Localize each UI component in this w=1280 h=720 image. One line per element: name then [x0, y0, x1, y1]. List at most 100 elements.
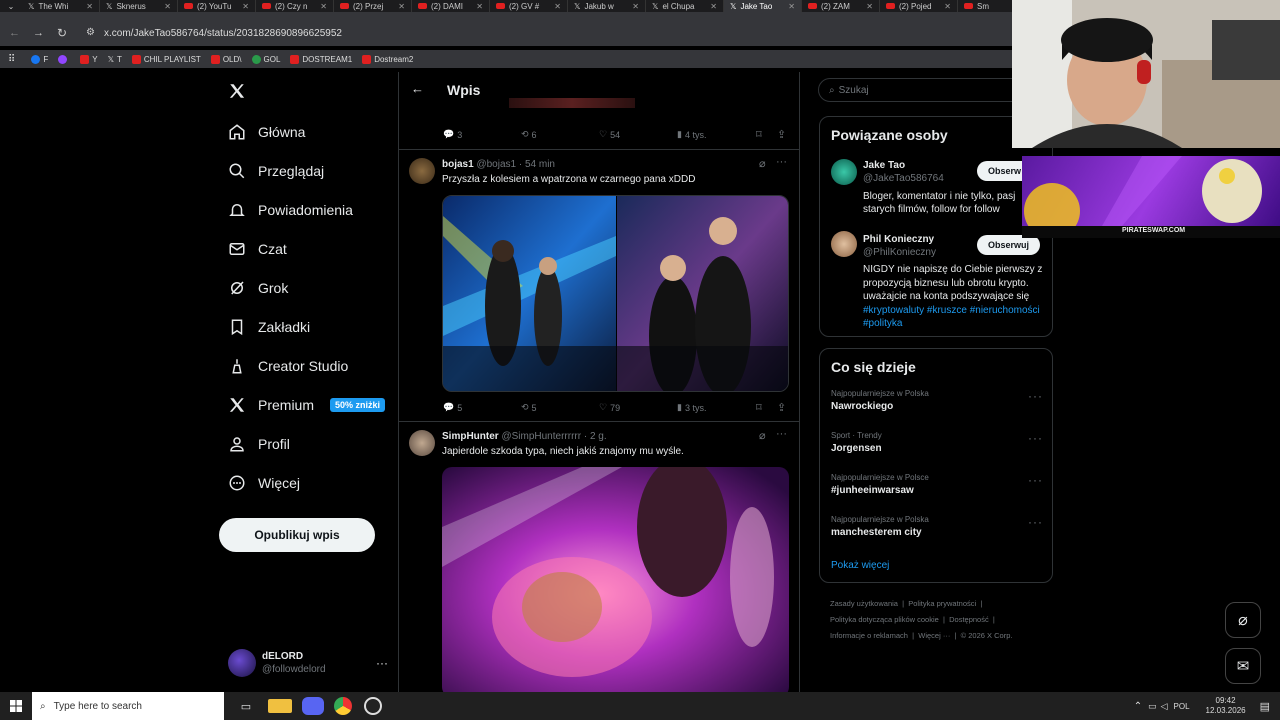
browser-tab[interactable]: (2) ZAM ✕: [802, 0, 880, 12]
views-button[interactable]: ▮ 3 tys.: [677, 402, 706, 413]
close-icon[interactable]: ✕: [164, 2, 171, 11]
tab-list-button[interactable]: ⌄: [0, 2, 22, 11]
tray-chevron-icon[interactable]: ⌃: [1134, 701, 1142, 712]
bookmark-item[interactable]: CHIL PLAYLIST: [131, 54, 201, 64]
more-dots-icon[interactable]: ···: [1028, 473, 1043, 487]
close-icon[interactable]: ✕: [476, 2, 483, 11]
close-icon[interactable]: ✕: [866, 2, 873, 11]
task-view-icon[interactable]: ▭: [234, 700, 258, 713]
tweet-author-name[interactable]: bojas1: [442, 159, 474, 170]
browser-tab[interactable]: (2) Pojed ✕: [880, 0, 958, 12]
avatar[interactable]: [831, 159, 857, 185]
browser-tab[interactable]: 𝕏 Jake Tao ✕: [724, 0, 802, 12]
nav-item[interactable]: Premium 50% zniżki: [220, 385, 390, 424]
tweet-media[interactable]: [442, 467, 789, 692]
nav-item[interactable]: Przeglądaj: [220, 151, 390, 190]
site-info-icon[interactable]: ⚙: [86, 27, 95, 38]
browser-tab[interactable]: 𝕏 Sknerus ✕: [100, 0, 178, 12]
post-button[interactable]: Opublikuj wpis: [219, 518, 375, 552]
share-icon[interactable]: ⇪: [777, 128, 786, 141]
tweet-author-handle[interactable]: @bojas1: [476, 159, 516, 170]
back-arrow-icon[interactable]: ←: [411, 81, 424, 96]
tweet[interactable]: bojas1 @bojas1 · 54 min ⌀ ··· Przyszła z…: [399, 152, 799, 422]
bookmark-item[interactable]: Dostream2: [362, 54, 413, 64]
bookmark-item[interactable]: [58, 54, 70, 64]
avatar[interactable]: [831, 231, 857, 257]
tweet-author-name[interactable]: SimpHunter: [442, 431, 499, 442]
browser-tab[interactable]: 𝕏 Jakub w ✕: [568, 0, 646, 12]
footer-link[interactable]: Więcej ···: [918, 631, 950, 640]
like-button[interactable]: ♡ 54: [599, 129, 620, 140]
more-dots-icon[interactable]: ···: [376, 656, 388, 670]
person-name[interactable]: Jake Tao: [863, 159, 944, 172]
browser-tab[interactable]: 𝕏el Chupa ✕: [646, 0, 724, 12]
close-icon[interactable]: ✕: [710, 2, 717, 11]
browser-tab[interactable]: (2) DAMI ✕: [412, 0, 490, 12]
language-indicator[interactable]: POL: [1174, 702, 1190, 711]
chrome-icon[interactable]: [334, 697, 352, 715]
more-dots-icon[interactable]: ···: [1028, 431, 1043, 445]
notifications-icon[interactable]: ▤: [1260, 700, 1270, 713]
footer-link[interactable]: Polityka prywatności: [908, 599, 976, 608]
repost-button[interactable]: ⟲ 6: [521, 129, 537, 140]
grok-icon[interactable]: ⌀: [759, 429, 766, 442]
obs-icon[interactable]: [364, 697, 382, 715]
nav-item[interactable]: Główna: [220, 112, 390, 151]
show-more-link[interactable]: Pokaż więcej: [831, 560, 889, 571]
more-dots-icon[interactable]: ···: [776, 156, 787, 168]
taskbar-search[interactable]: ⌕ Type here to search: [32, 692, 224, 720]
browser-tab[interactable]: (2) YouTu ✕: [178, 0, 256, 12]
messages-floating-button[interactable]: ✉: [1225, 648, 1261, 684]
trend-item[interactable]: Sport · Trendy Jorgensen ···: [831, 431, 1043, 454]
nav-item[interactable]: Profil: [220, 424, 390, 463]
start-button[interactable]: [0, 692, 32, 720]
repost-button[interactable]: ⟲ 5: [521, 402, 537, 413]
close-icon[interactable]: ✕: [320, 2, 327, 11]
back-arrow-icon[interactable]: ←: [9, 27, 20, 39]
nav-item[interactable]: Grok: [220, 268, 390, 307]
file-explorer-icon[interactable]: [268, 699, 292, 713]
bookmark-icon[interactable]: ⌑: [756, 128, 762, 141]
share-icon[interactable]: ⇪: [777, 401, 786, 414]
bookmark-item[interactable]: 𝕏T: [108, 55, 122, 64]
discord-icon[interactable]: [302, 697, 324, 715]
nav-item[interactable]: Więcej: [220, 463, 390, 502]
close-icon[interactable]: ✕: [86, 2, 93, 11]
clock[interactable]: 09:42 12.03.2026: [1206, 696, 1246, 716]
like-button[interactable]: ♡ 79: [599, 402, 620, 413]
close-icon[interactable]: ✕: [788, 2, 795, 11]
browser-tab[interactable]: (2) GV # ✕: [490, 0, 568, 12]
tweet-time[interactable]: · 54 min: [519, 159, 555, 170]
nav-item[interactable]: Czat: [220, 229, 390, 268]
tweet-media[interactable]: [442, 195, 789, 392]
reply-button[interactable]: 💬 3: [443, 129, 462, 140]
person-name[interactable]: Phil Konieczny: [863, 233, 936, 246]
views-button[interactable]: ▮ 4 tys.: [677, 129, 706, 140]
hashtag-links[interactable]: #kryptowaluty #kruszce #nieruchomości #p…: [863, 305, 1040, 330]
bookmark-item[interactable]: DOSTREAM1: [290, 54, 352, 64]
x-logo-icon[interactable]: [228, 82, 246, 105]
footer-link[interactable]: Polityka dotycząca plików cookie: [830, 615, 939, 624]
trend-item[interactable]: Najpopularniejsze w Polska Nawrockiego ···: [831, 389, 1043, 412]
footer-link[interactable]: Dostępność: [949, 615, 989, 624]
trend-item[interactable]: Najpopularniejsze w Polska manchesterem c…: [831, 515, 1043, 538]
nav-item[interactable]: Powiadomienia: [220, 190, 390, 229]
follow-button[interactable]: Obserwuj: [977, 235, 1041, 255]
reload-icon[interactable]: ↻: [57, 26, 67, 40]
nav-item[interactable]: Creator Studio: [220, 346, 390, 385]
close-icon[interactable]: ✕: [554, 2, 561, 11]
close-icon[interactable]: ✕: [242, 2, 249, 11]
tweet[interactable]: SimpHunter @SimpHunterrrrrr · 2 g. ⌀ ···…: [399, 424, 799, 692]
browser-tab[interactable]: (2) Przej ✕: [334, 0, 412, 12]
footer-link[interactable]: Informacje o reklamach: [830, 631, 908, 640]
tweet-time[interactable]: · 2 g.: [584, 431, 607, 442]
bookmark-icon[interactable]: ⌑: [756, 401, 762, 414]
bookmark-item[interactable]: GOL: [251, 54, 280, 64]
reply-button[interactable]: 💬 5: [443, 402, 462, 413]
grok-floating-button[interactable]: ⌀: [1225, 602, 1261, 638]
footer-link[interactable]: Zasady użytkowania: [830, 599, 898, 608]
network-icon[interactable]: ▭: [1148, 701, 1157, 712]
browser-tab[interactable]: 𝕏 The Whi ✕: [22, 0, 100, 12]
bookmark-item[interactable]: F: [31, 54, 48, 64]
bookmark-item[interactable]: OLD\: [210, 54, 242, 64]
